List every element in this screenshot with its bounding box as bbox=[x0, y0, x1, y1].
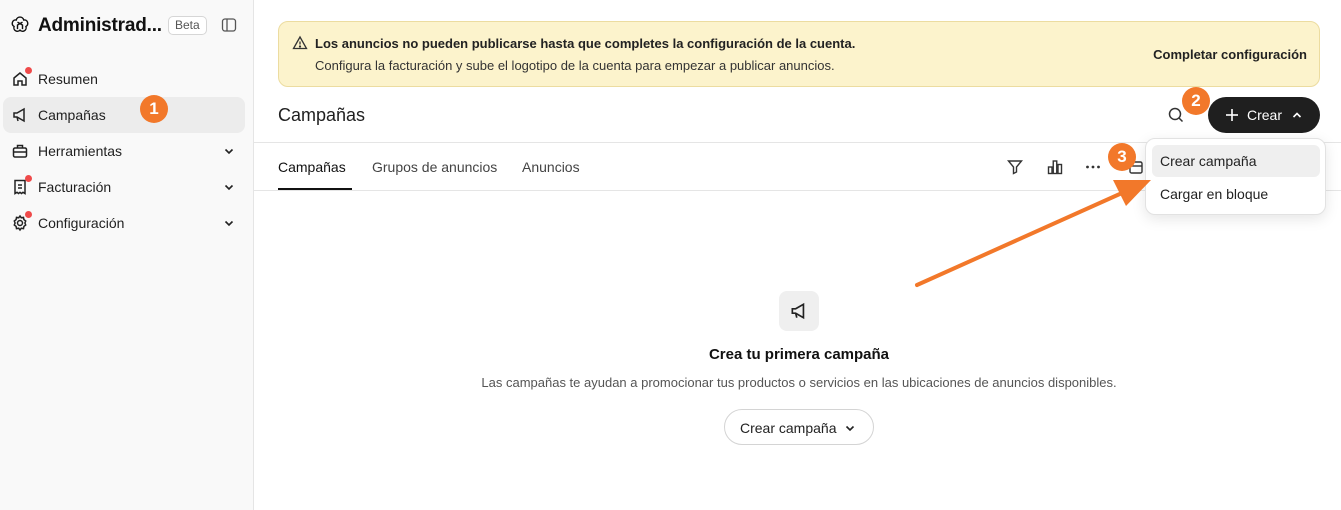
sidebar-item-campanas[interactable]: Campañas bbox=[3, 97, 245, 133]
sidebar-item-label: Herramientas bbox=[38, 143, 123, 159]
chevron-down-icon bbox=[224, 184, 234, 191]
app-title: Administrad... bbox=[38, 15, 162, 36]
sidebar-item-facturacion[interactable]: Facturación bbox=[3, 169, 245, 205]
tab-campanas[interactable]: Campañas bbox=[278, 159, 346, 176]
annotation-badge-3: 3 bbox=[1108, 143, 1136, 171]
sidebar: Administrad... Beta Resumen Campañas Her… bbox=[0, 0, 254, 510]
menu-item-cargar-en-bloque[interactable]: Cargar en bloque bbox=[1152, 178, 1320, 210]
chevron-up-icon bbox=[1292, 112, 1302, 118]
page-title: Campañas bbox=[278, 105, 366, 125]
sidebar-item-resumen[interactable]: Resumen bbox=[3, 61, 245, 97]
sidebar-item-label: Resumen bbox=[38, 71, 98, 87]
chevron-down-icon bbox=[224, 148, 234, 155]
logo-icon bbox=[11, 16, 29, 32]
chevron-down-icon bbox=[224, 220, 234, 227]
empty-state-icon-box bbox=[779, 291, 819, 331]
create-campaign-button-label: Crear campaña bbox=[740, 420, 837, 436]
warning-icon bbox=[292, 35, 308, 50]
alert-dot bbox=[25, 211, 32, 218]
banner-description: Configura la facturación y sube el logot… bbox=[315, 58, 835, 73]
empty-state-title: Crea tu primera campaña bbox=[708, 346, 890, 363]
filter-icon[interactable] bbox=[1006, 158, 1024, 176]
tab-grupos-de-anuncios[interactable]: Grupos de anuncios bbox=[372, 159, 497, 176]
empty-state-description: Las campañas te ayudan a promocionar tus… bbox=[481, 375, 1117, 390]
chevron-down-icon bbox=[845, 425, 855, 432]
sidebar-item-herramientas[interactable]: Herramientas bbox=[3, 133, 245, 169]
toolbox-icon bbox=[12, 144, 28, 158]
beta-badge: Beta bbox=[168, 16, 207, 35]
create-dropdown-menu: Crear campaña Cargar en bloque bbox=[1145, 138, 1326, 215]
megaphone-icon bbox=[791, 302, 805, 320]
menu-item-crear-campana[interactable]: Crear campaña bbox=[1152, 145, 1320, 177]
annotation-badge-2: 2 bbox=[1182, 87, 1210, 115]
sidebar-nav: Resumen Campañas Herramientas Facturació… bbox=[3, 61, 245, 241]
sidebar-toggle-icon[interactable] bbox=[221, 17, 237, 33]
sidebar-item-configuracion[interactable]: Configuración bbox=[3, 205, 245, 241]
alert-dot bbox=[25, 67, 32, 74]
setup-warning-banner: Los anuncios no pueden publicarse hasta … bbox=[278, 21, 1320, 87]
more-options-icon[interactable] bbox=[1084, 158, 1102, 176]
create-campaign-button[interactable]: Crear campaña bbox=[724, 409, 874, 445]
create-button[interactable]: Crear bbox=[1208, 97, 1320, 133]
complete-setup-link[interactable]: Completar configuración bbox=[1153, 47, 1307, 62]
sidebar-item-label: Facturación bbox=[38, 179, 112, 195]
sidebar-item-label: Configuración bbox=[38, 215, 125, 231]
tab-anuncios[interactable]: Anuncios bbox=[522, 159, 580, 176]
sidebar-header: Administrad... Beta bbox=[10, 14, 246, 38]
annotation-badge-1: 1 bbox=[140, 95, 168, 123]
alert-dot bbox=[25, 175, 32, 182]
banner-title: Los anuncios no pueden publicarse hasta … bbox=[315, 36, 856, 51]
plus-icon bbox=[1226, 109, 1238, 121]
create-button-label: Crear bbox=[1247, 107, 1283, 123]
megaphone-icon bbox=[13, 107, 25, 123]
sidebar-item-label: Campañas bbox=[38, 107, 106, 123]
chart-icon[interactable] bbox=[1046, 158, 1064, 176]
